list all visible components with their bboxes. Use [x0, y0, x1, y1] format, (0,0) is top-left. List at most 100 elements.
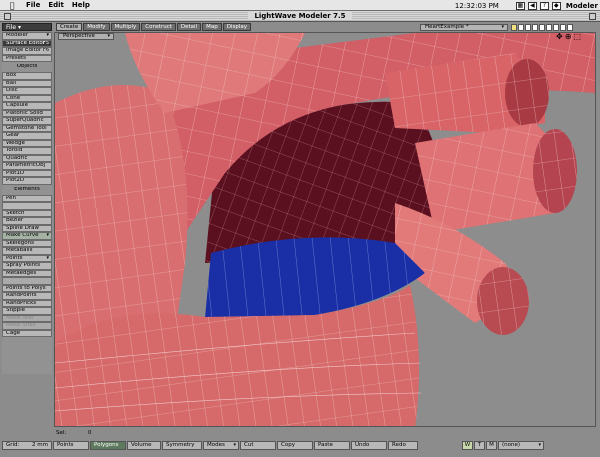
bottom-toolbar: Grid: 2 mm Points Polygons Volume Symmetry M…	[0, 440, 600, 450]
layer-box[interactable]	[511, 24, 517, 31]
sidebar-item-cone[interactable]: Cone	[2, 94, 52, 102]
layer-box[interactable]	[518, 24, 524, 31]
maximize-icon[interactable]: ⬚	[573, 33, 581, 41]
layer-box[interactable]	[546, 24, 552, 31]
layer-box[interactable]	[560, 24, 566, 31]
chevron-down-icon: ▾	[46, 32, 49, 38]
zoom-box-icon[interactable]	[589, 13, 596, 20]
modes-button[interactable]: Modes ▾	[203, 440, 239, 450]
sidebar-item-platonic-solid[interactable]: Platonic Solid	[2, 109, 52, 117]
sidebar-item-make-curve[interactable]: Make Curve ▾	[2, 232, 52, 240]
menubar-clock: 12:32:03 PM	[454, 1, 499, 10]
mode-m-button[interactable]: M	[486, 440, 497, 450]
mode-t-button[interactable]: T	[474, 440, 485, 450]
help-balloon-icon[interactable]: ?	[539, 1, 549, 10]
sidebar-item-disc[interactable]: Disc	[2, 87, 52, 95]
tab-create[interactable]: Create	[56, 23, 83, 31]
chevron-down-icon: ▾	[538, 441, 541, 448]
mode-w-button[interactable]: W	[462, 440, 473, 450]
layer-box[interactable]	[567, 24, 573, 31]
sidebar-item-quadric[interactable]: Quadric	[2, 154, 52, 162]
layer-box[interactable]	[532, 24, 538, 31]
speaker-icon[interactable]: ◀	[527, 1, 537, 10]
menu-file[interactable]: File	[26, 1, 40, 9]
redo-button[interactable]: Redo	[388, 440, 418, 450]
sidebar-item-pen[interactable]: Pen	[2, 194, 52, 202]
layer-box[interactable]	[539, 24, 545, 31]
chevron-down-icon: ▾	[233, 441, 236, 448]
layer-boxes	[511, 24, 573, 31]
volume-button[interactable]: Volume	[127, 440, 161, 450]
view-type-select[interactable]: Perspective ▾	[58, 33, 114, 40]
sidebar-item-capsule[interactable]: Capsule	[2, 102, 52, 110]
sidebar-item-metaballs[interactable]: Metaballs	[2, 247, 52, 255]
sel-label: Sel:	[56, 430, 67, 436]
sidebar-item-skelegons[interactable]: Skelegons	[2, 239, 52, 247]
layer-select[interactable]: HeartExample * ▾	[420, 24, 508, 31]
sel-count: 0	[88, 430, 92, 436]
tab-multiply[interactable]: Multiply	[110, 23, 141, 31]
pan-icon[interactable]: ✥	[556, 33, 563, 41]
sidebar-item-wedge[interactable]: Wedge	[2, 139, 52, 147]
sidebar-item-gemstone-tool[interactable]: Gemstone Tool	[2, 124, 52, 132]
sidebar-item-bezier[interactable]: Bezier	[2, 217, 52, 225]
sidebar-item-presets[interactable]: Presets	[2, 54, 52, 62]
layer-box[interactable]	[553, 24, 559, 31]
sidebar-item-gear[interactable]: Gear	[2, 132, 52, 140]
sidebar-item-plot2d[interactable]: Plot2D	[2, 177, 52, 185]
menubar-app-name[interactable]: Modeler	[566, 2, 598, 10]
sidebar-item-empty	[2, 277, 52, 285]
tab-detail[interactable]: Detail	[176, 23, 202, 31]
vmap-select[interactable]: (none) ▾	[498, 440, 544, 450]
paste-button[interactable]: Paste	[314, 440, 350, 450]
window-titlebar[interactable]: LightWave Modeler 7.5	[0, 11, 600, 22]
layer-box[interactable]	[525, 24, 531, 31]
symmetry-button[interactable]: Symmetry	[162, 440, 202, 450]
sidebar-item-surface-editor[interactable]: Surface Editor F5	[2, 39, 52, 47]
heart-mesh-render[interactable]	[55, 33, 596, 427]
sidebar-item-randpoints[interactable]: RandPoints	[2, 292, 52, 300]
chevron-down-icon: ▾	[501, 24, 504, 30]
tab-construct[interactable]: Construct	[141, 23, 176, 31]
sidebar-item-modeler[interactable]: Modeler ▾	[2, 32, 52, 40]
sidebar-item-sketch[interactable]: Sketch	[2, 209, 52, 217]
sidebar-item-empty[interactable]	[2, 202, 52, 210]
file-menu-button[interactable]: File ▾	[2, 23, 52, 31]
polygons-button[interactable]: Polygons	[90, 440, 126, 450]
desktop-icon[interactable]: ▦	[515, 1, 525, 10]
sidebar-item-stipple[interactable]: Stipple	[2, 307, 52, 315]
rotate-icon[interactable]: ⊕	[565, 33, 572, 41]
perspective-viewport[interactable]	[54, 32, 596, 427]
window-title: LightWave Modeler 7.5	[248, 12, 352, 20]
cut-button[interactable]: Cut	[240, 440, 276, 450]
copy-button[interactable]: Copy	[277, 440, 313, 450]
sidebar-item-points-to-polys[interactable]: Points to Polys	[2, 284, 52, 292]
sidebar-item-spray-points[interactable]: Spray Points	[2, 262, 52, 270]
sidebar-item-make-text: Make Text	[2, 314, 52, 322]
menu-edit[interactable]: Edit	[48, 1, 64, 9]
sidebar-item-points[interactable]: Points ▾	[2, 254, 52, 262]
sidebar-item-image-editor[interactable]: Image Editor F6	[2, 47, 52, 55]
sidebar-item-plot1d[interactable]: Plot1D	[2, 169, 52, 177]
viewport-controls: ✥ ⊕ ⬚	[556, 33, 581, 41]
tab-map[interactable]: Map	[202, 23, 222, 31]
sidebar-item-toroid[interactable]: Toroid	[2, 147, 52, 155]
elements-header: Elements	[14, 186, 40, 192]
undo-button[interactable]: Undo	[351, 440, 387, 450]
sidebar-item-parametricobj[interactable]: ParametricObj	[2, 162, 52, 170]
apple-menu-icon[interactable]: 	[6, 1, 18, 10]
app-icon[interactable]: ◆	[551, 1, 561, 10]
points-button[interactable]: Points	[53, 440, 89, 450]
sidebar-item-ball[interactable]: Ball	[2, 79, 52, 87]
sidebar-item-spline-draw[interactable]: Spline Draw	[2, 224, 52, 232]
grid-size-readout: Grid: 2 mm	[2, 440, 52, 450]
sidebar-item-metaedges[interactable]: Metaedges	[2, 269, 52, 277]
menu-help[interactable]: Help	[72, 1, 90, 9]
tab-display[interactable]: Display	[222, 23, 251, 31]
sidebar-item-superquadric[interactable]: SuperQuadric	[2, 117, 52, 125]
chevron-down-icon: ▾	[17, 24, 21, 31]
sidebar-item-box[interactable]: Box	[2, 72, 52, 80]
sidebar-item-cage[interactable]: Cage	[2, 329, 52, 337]
tab-modify[interactable]: Modify	[83, 23, 110, 31]
sidebar-item-randpricks[interactable]: RandPricks	[2, 299, 52, 307]
